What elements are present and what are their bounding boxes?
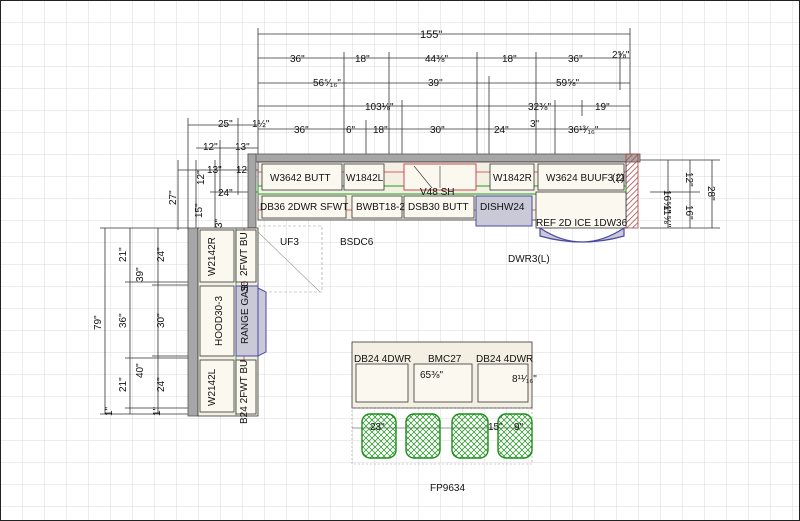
dim-rs-12: 12" bbox=[683, 172, 694, 187]
dim-row3-b: 32⅜" bbox=[528, 102, 551, 113]
label-b24-bottom: B24 2FWT BU bbox=[239, 360, 250, 424]
cabinet-db24-left[interactable] bbox=[355, 363, 409, 403]
dim-lc-39: 39" bbox=[135, 267, 146, 282]
stool-2[interactable] bbox=[405, 413, 441, 459]
dim-lc-1b: 1" bbox=[152, 406, 163, 416]
dim-row4-c: 18" bbox=[373, 125, 388, 136]
dim-row4-b: 6" bbox=[346, 125, 356, 136]
dim-row3-c: 19" bbox=[595, 102, 610, 113]
stool-3[interactable] bbox=[451, 413, 489, 459]
kitchen-floor-plan: 155" 36" 18" 44⅜" 18" 36" 2⅝" 56⁵⁄₁₆" 39… bbox=[0, 0, 800, 521]
label-db36: DB36 2DWR SFWT bbox=[260, 202, 348, 213]
dim-row1-b: 18" bbox=[355, 54, 370, 65]
label-uf3: UF3 bbox=[280, 237, 299, 248]
dim-lt-1half: 1½" bbox=[252, 119, 270, 130]
dim-lc-21b: 21" bbox=[118, 377, 129, 392]
dim-lc-30: 30" bbox=[156, 313, 167, 328]
dim-lt-12a: 12" bbox=[203, 142, 218, 153]
dim-row1-a: 36" bbox=[290, 54, 305, 65]
dim-lt-25: 25" bbox=[218, 119, 233, 130]
stool-1[interactable] bbox=[361, 413, 397, 459]
label-range: RANGE GAS bbox=[240, 284, 251, 344]
dim-lc-79: 79" bbox=[93, 315, 104, 330]
label-w3624b: (2) bbox=[612, 173, 624, 184]
stool-4[interactable] bbox=[497, 413, 533, 459]
dim-island-15: 15" bbox=[488, 422, 503, 433]
dim-row4-f: 3" bbox=[530, 119, 540, 130]
dim-lt-13a: 13" bbox=[235, 142, 250, 153]
label-bwbt: BWBT18-2 bbox=[356, 202, 405, 213]
label-w2142l: W2142L bbox=[207, 368, 218, 406]
label-hood: HOOD30-3 bbox=[214, 296, 225, 346]
dim-row1-e: 36" bbox=[568, 54, 583, 65]
dim-row4-g: 36¹³⁄₁₆" bbox=[568, 125, 599, 136]
dim-row1-c: 44⅜" bbox=[425, 54, 448, 65]
dim-ls-15: 15" bbox=[194, 203, 205, 218]
dim-row3-a: 103⅛" bbox=[365, 102, 394, 113]
label-v48: V48 SH bbox=[420, 187, 454, 198]
label-dishw: DISHW24 bbox=[480, 202, 525, 213]
dim-lc-24a: 24" bbox=[156, 247, 167, 262]
dim-island-23: 23" bbox=[370, 422, 385, 433]
dim-lt-24: 24" bbox=[218, 188, 233, 199]
dim-row4-a: 36" bbox=[294, 125, 309, 136]
label-db24a: DB24 4DWR bbox=[354, 354, 411, 365]
label-dsb30: DSB30 BUTT bbox=[408, 202, 469, 213]
dim-row4-e: 24" bbox=[494, 125, 509, 136]
label-2fwt-top: 2FWT BU bbox=[239, 232, 250, 276]
label-w2142r: W2142R bbox=[207, 237, 218, 276]
dim-ls-12: 12" bbox=[196, 170, 207, 185]
label-w1842l: W1842L bbox=[346, 173, 384, 184]
range-door bbox=[257, 287, 267, 357]
dim-row1-f: 2⅝" bbox=[612, 50, 630, 61]
dim-rs-16: 16" bbox=[683, 205, 694, 220]
dim-row1-d: 18" bbox=[502, 54, 517, 65]
dim-lc-40: 40" bbox=[135, 363, 146, 378]
label-dwr3: DWR3(L) bbox=[508, 254, 550, 265]
label-range-num: 30 bbox=[240, 280, 251, 292]
dim-lc-21a: 21" bbox=[118, 247, 129, 262]
dim-island-8: 8¹¹⁄₁₆" bbox=[512, 374, 537, 385]
dim-lc-1a: 1" bbox=[104, 406, 115, 416]
dim-lc-24b: 24" bbox=[156, 377, 167, 392]
dim-rs-11-5-8: 11⅝" bbox=[661, 205, 672, 228]
label-fp9634: FP9634 bbox=[430, 483, 465, 494]
label-ref: REF 2D ICE 1DW36 bbox=[536, 218, 628, 229]
dim-row2-a: 56⁵⁄₁₆" bbox=[313, 78, 341, 89]
label-w1842r: W1842R bbox=[493, 173, 532, 184]
label-bsdc6: BSDC6 bbox=[340, 237, 374, 248]
label-bmc27: BMC27 bbox=[428, 354, 462, 365]
dim-island-9: 9" bbox=[514, 422, 524, 433]
label-w3642: W3642 BUTT bbox=[270, 173, 331, 184]
dim-row2-c: 59⅝" bbox=[556, 78, 579, 89]
dim-island-65: 65⅜" bbox=[420, 370, 443, 381]
dim-rs-28: 28" bbox=[705, 186, 716, 201]
label-db24b: DB24 4DWR bbox=[476, 354, 533, 365]
dim-ls-27: 27" bbox=[168, 190, 179, 205]
dim-lc-36: 36" bbox=[118, 313, 129, 328]
dim-overall-width: 155" bbox=[420, 29, 442, 41]
dim-lt-13b: 13" bbox=[207, 165, 222, 176]
dim-row4-d: 30" bbox=[430, 125, 445, 136]
dim-ls-3: 3" bbox=[214, 218, 225, 228]
dim-row2-b: 39" bbox=[428, 78, 443, 89]
